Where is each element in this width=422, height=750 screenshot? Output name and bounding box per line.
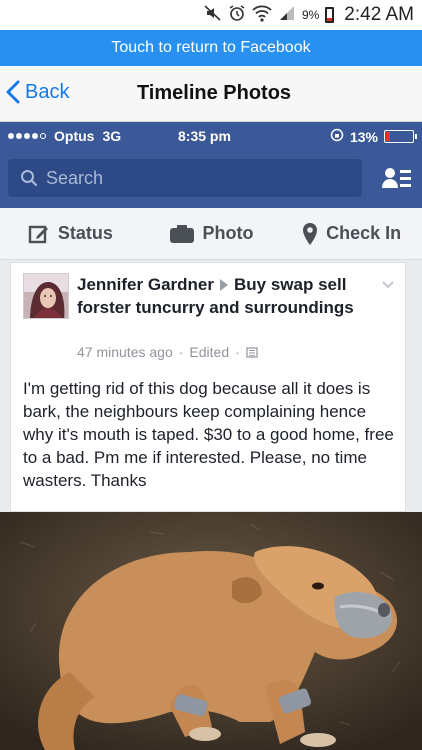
photo-viewer-navbar: Back Timeline Photos [0,66,422,122]
composer-actions: Status Photo Check In [0,208,422,260]
friends-list-icon [382,168,411,188]
post-header: Jennifer Gardner Buy swap sell forster tu… [77,273,377,319]
return-to-facebook-bar[interactable]: Touch to return to Facebook [0,30,422,66]
post-photo[interactable] [0,512,422,750]
friends-list-button[interactable] [382,166,412,195]
android-battery-percent: 9% [301,8,320,22]
ios-battery-percent: 13% [349,128,378,145]
camera-icon [169,224,194,243]
status-edit-icon [28,225,48,243]
return-to-facebook-label: Touch to return to Facebook [111,39,311,56]
check-in-button[interactable]: Check In [281,222,422,246]
status-button[interactable]: Status [0,223,141,245]
signal-dots-icon [8,133,46,139]
group-audience-icon [246,346,258,358]
search-input[interactable]: Search [8,159,362,197]
chevron-down-icon [382,281,394,289]
post-text: I'm getting rid of this dog because all … [23,379,394,490]
search-placeholder: Search [46,167,104,188]
signal-icon [278,4,296,27]
ios-battery-icon [384,130,417,143]
android-status-bar: 9% 2:42 AM [0,0,422,30]
shared-to-arrow-icon [220,279,228,292]
status-label: Status [57,223,113,243]
separator-dot: · [178,344,184,360]
page-title: Timeline Photos [136,82,292,104]
location-pin-icon [303,222,318,245]
carrier-name: Optus [54,128,95,144]
photo-button[interactable]: Photo [141,223,282,244]
ios-status-bar: Optus 3G 8:35 pm 13% [0,122,422,150]
post-meta: 47 minutes ago · Edited · [77,344,258,360]
author-name[interactable]: Jennifer Gardner [77,275,214,294]
separator-dot: · [235,344,240,360]
ios-clock: 8:35 pm [178,128,231,144]
edited-label[interactable]: Edited [189,344,229,360]
mute-icon [204,4,222,27]
post-timestamp[interactable]: 47 minutes ago [77,344,173,360]
wifi-icon [252,4,272,27]
post-card: Jennifer Gardner Buy swap sell forster tu… [10,262,406,512]
post-options-button[interactable] [381,277,395,295]
alarm-icon [228,4,246,27]
battery-icon [325,7,335,23]
facebook-header: Search [0,150,422,208]
rotation-lock-icon [330,128,344,145]
author-avatar[interactable] [23,273,69,319]
search-icon [21,170,38,187]
network-type: 3G [102,128,122,144]
android-clock: 2:42 AM [344,4,414,25]
photo-label: Photo [202,223,254,243]
check-in-label: Check In [326,223,402,243]
